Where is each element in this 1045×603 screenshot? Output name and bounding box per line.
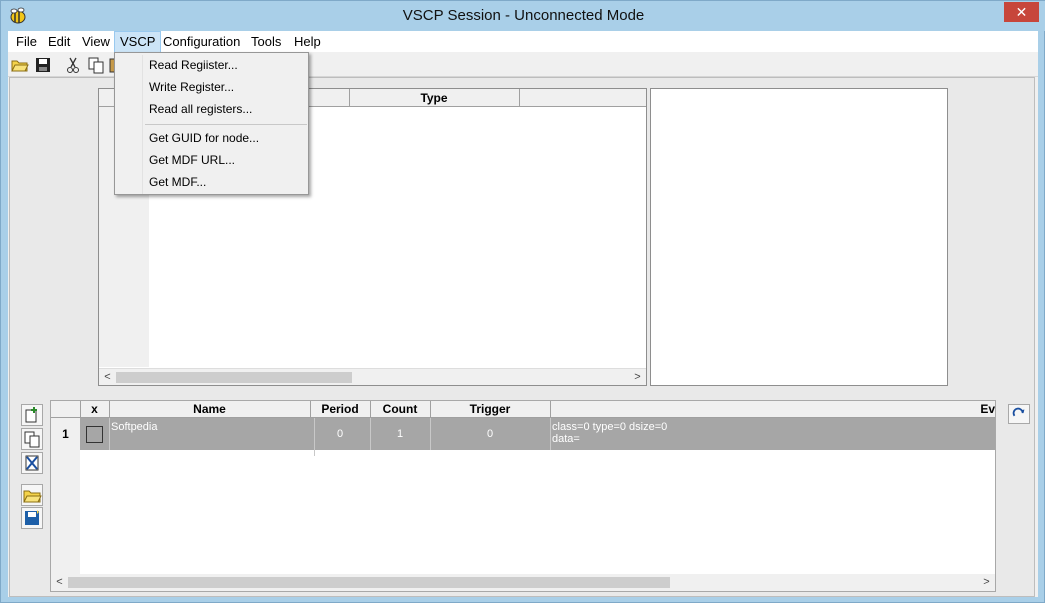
scrollbar-thumb[interactable]: [68, 577, 670, 588]
save-list-icon[interactable]: [21, 507, 43, 529]
event-line-1: class=0 type=0 dsize=0: [552, 421, 668, 433]
row-period-cell[interactable]: 0: [310, 418, 371, 450]
event-col-count[interactable]: Count: [370, 401, 431, 418]
app-window: VSCP Session - Unconnected Mode ✕ File E…: [0, 0, 1045, 603]
menu-help[interactable]: Help: [289, 31, 326, 52]
table-row[interactable]: Softpedia 0 1 0 class=0 type=0 dsize=0 d…: [80, 418, 995, 456]
copy-row-icon[interactable]: [21, 428, 43, 450]
save-icon[interactable]: [34, 56, 52, 74]
row-name-cell[interactable]: Softpedia: [109, 418, 315, 456]
scroll-left-arrow[interactable]: <: [51, 574, 68, 591]
menu-write-register[interactable]: Write Register...: [149, 77, 234, 97]
event-col-period[interactable]: Period: [310, 401, 371, 418]
menu-configuration[interactable]: Configuration: [158, 31, 245, 52]
scroll-right-arrow[interactable]: >: [629, 369, 646, 386]
menu-file[interactable]: File: [11, 31, 42, 52]
close-button[interactable]: ✕: [1004, 2, 1039, 22]
event-col-name[interactable]: Name: [109, 401, 311, 418]
register-col-type[interactable]: Type: [349, 89, 520, 107]
menu-get-mdf-url[interactable]: Get MDF URL...: [149, 150, 235, 170]
delete-row-icon[interactable]: [21, 452, 43, 474]
info-panel[interactable]: [650, 88, 948, 386]
menu-edit[interactable]: Edit: [43, 31, 75, 52]
menu-bar: File Edit View VSCP Configuration Tools …: [8, 31, 1038, 54]
load-folder-icon[interactable]: [21, 484, 43, 506]
event-line-2: data=: [552, 433, 580, 445]
event-grid[interactable]: x Name Period Count Trigger Ev 1 Softped…: [50, 400, 996, 592]
event-col-trigger[interactable]: Trigger: [430, 401, 551, 418]
row-number[interactable]: 1: [51, 418, 80, 450]
row-checkbox-cell[interactable]: [80, 418, 110, 450]
copy-icon[interactable]: [87, 56, 105, 74]
event-col-x[interactable]: x: [80, 401, 110, 418]
menu-read-register[interactable]: Read Regiister...: [149, 55, 238, 75]
event-grid-header: x Name Period Count Trigger Ev: [51, 401, 995, 418]
row-checkbox[interactable]: [86, 426, 103, 443]
row-event-cell[interactable]: class=0 type=0 dsize=0 data=: [550, 418, 999, 456]
menu-read-all-registers[interactable]: Read all registers...: [149, 99, 252, 119]
event-row-header-column: 1: [51, 418, 80, 575]
menu-get-mdf[interactable]: Get MDF...: [149, 172, 206, 192]
menu-separator: [145, 124, 307, 125]
row-count-cell[interactable]: 1: [370, 418, 431, 450]
event-col-corner: [51, 401, 81, 418]
register-horizontal-scrollbar[interactable]: < >: [99, 368, 646, 385]
row-trigger-cell[interactable]: 0: [430, 418, 551, 450]
menu-tools[interactable]: Tools: [246, 31, 286, 52]
add-row-icon[interactable]: [21, 404, 43, 426]
refresh-icon[interactable]: [1008, 404, 1030, 424]
vscp-menu-dropdown: Read Regiister... Write Register... Read…: [114, 52, 309, 195]
menu-icon-strip: [117, 55, 143, 194]
cut-icon[interactable]: [64, 56, 82, 74]
close-icon: ✕: [1015, 4, 1028, 20]
title-bar[interactable]: VSCP Session - Unconnected Mode ✕: [1, 1, 1045, 31]
event-col-event[interactable]: Ev: [550, 401, 995, 418]
event-horizontal-scrollbar[interactable]: < >: [51, 574, 995, 591]
window-title: VSCP Session - Unconnected Mode: [402, 7, 645, 24]
menu-view[interactable]: View: [77, 31, 115, 52]
open-folder-icon[interactable]: [11, 56, 29, 74]
scroll-left-arrow[interactable]: <: [99, 369, 116, 386]
scroll-right-arrow[interactable]: >: [978, 574, 995, 591]
menu-get-guid[interactable]: Get GUID for node...: [149, 128, 259, 148]
scrollbar-thumb[interactable]: [116, 372, 352, 383]
menu-vscp[interactable]: VSCP: [114, 31, 162, 54]
